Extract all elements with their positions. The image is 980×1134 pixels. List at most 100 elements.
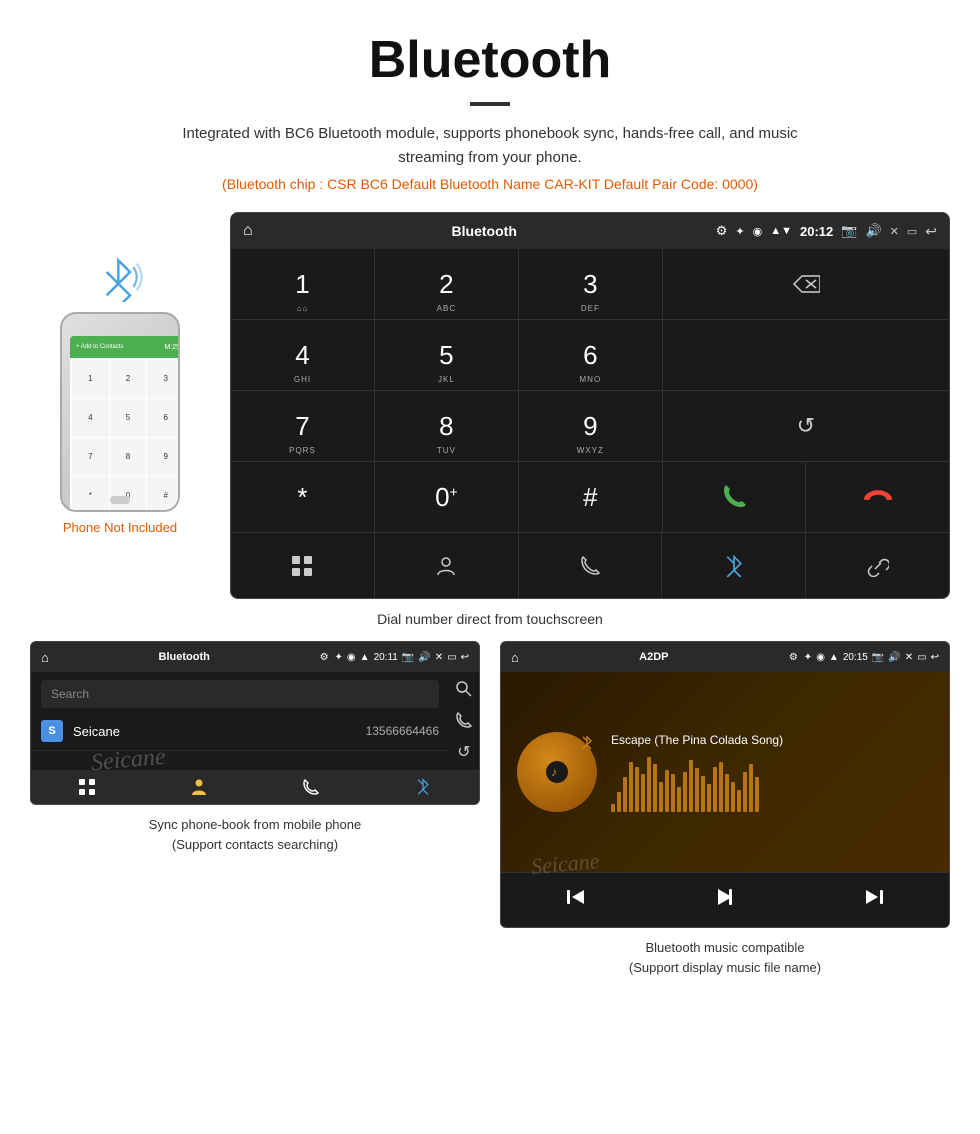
dial-key-star[interactable]: * <box>231 462 375 532</box>
phonebook-search-bar[interactable]: Search <box>41 680 439 708</box>
viz-bar <box>635 767 639 812</box>
music-caption-line2: (Support display music file name) <box>629 958 821 978</box>
viz-bar <box>629 762 633 812</box>
phonebook-caption-line1: Sync phone-book from mobile phone <box>149 815 361 835</box>
viz-bar <box>623 777 627 812</box>
viz-bar <box>641 774 645 812</box>
dial-call-green[interactable] <box>663 462 807 532</box>
viz-bar <box>701 776 705 812</box>
contact-number: 13566664466 <box>366 724 439 738</box>
dial-key-0[interactable]: 0+ <box>375 462 519 532</box>
statusbar-time: 20:12 <box>800 224 833 239</box>
dial-link-btn[interactable] <box>806 533 949 598</box>
back-icon[interactable]: ↩ <box>925 223 937 240</box>
music-bt-icon: ✦ <box>804 652 812 663</box>
music-block: ⌂ A2DP ⚙ ✦ ◉ ▲ 20:15 📷 🔊 ✕ ▭ ↩ <box>500 641 950 977</box>
pb-person-btn[interactable] <box>143 778 255 796</box>
pb-status-icons: ✦ ◉ ▲ 20:11 📷 🔊 ✕ ▭ ↩ <box>335 652 469 663</box>
phone-key[interactable]: 5 <box>110 399 147 437</box>
music-signal-icon: ▲ <box>829 652 839 663</box>
dial-backspace[interactable] <box>662 249 949 320</box>
page-header: Bluetooth Integrated with BC6 Bluetooth … <box>0 0 980 202</box>
phonebook-caption-line2: (Support contacts searching) <box>149 835 361 855</box>
phone-key[interactable]: 7 <box>72 438 109 476</box>
signal-icon: ▲▼ <box>770 225 792 237</box>
dial-key-6[interactable]: 6MNO <box>519 320 662 390</box>
dial-call-red[interactable] <box>806 462 949 532</box>
phone-key[interactable]: * <box>72 476 109 512</box>
dial-key-5[interactable]: 5JKL <box>375 320 519 390</box>
pb-bt-btn[interactable] <box>367 778 479 796</box>
dial-caption: Dial number direct from touchscreen <box>0 599 980 641</box>
phonebook-main: Search S Seicane 13566664466 <box>31 672 449 770</box>
phonebook-caption: Sync phone-book from mobile phone (Suppo… <box>149 815 361 854</box>
pb-search-btn[interactable] <box>455 680 473 703</box>
phone-key[interactable]: 2 <box>110 360 147 398</box>
phonebook-block: ⌂ Bluetooth ⚙ ✦ ◉ ▲ 20:11 📷 🔊 ✕ ▭ ↩ <box>30 641 480 977</box>
pb-time: 20:11 <box>374 652 398 663</box>
pb-bt-icon: ✦ <box>335 652 343 663</box>
dial-bluetooth-btn[interactable] <box>662 533 806 598</box>
phone-key[interactable]: 8 <box>110 438 147 476</box>
dial-key-2[interactable]: 2ABC <box>375 249 519 319</box>
skip-prev-btn[interactable] <box>554 883 598 917</box>
contact-avatar: S <box>41 720 63 742</box>
pb-call-btn[interactable] <box>455 711 473 734</box>
pb-title: Bluetooth <box>55 651 314 663</box>
phone-key[interactable]: 6 <box>147 399 180 437</box>
pb-grid-btn[interactable] <box>31 778 143 796</box>
dial-keypad-left: 1⌂⌂ 2ABC 3DEF 4GHI 5JKL <box>231 249 662 532</box>
dial-main-area: 1⌂⌂ 2ABC 3DEF 4GHI 5JKL <box>231 249 949 532</box>
dial-row-3: 7PQRS 8TUV 9WXYZ <box>231 391 662 462</box>
dial-call-row <box>662 462 949 532</box>
viz-bar <box>659 782 663 812</box>
android-dial-screen: ⌂ Bluetooth ⚙ ✦ ◉ ▲▼ 20:12 📷 🔊 ✕ ▭ ↩ 1⌂⌂ <box>230 212 950 599</box>
contact-row[interactable]: S Seicane 13566664466 <box>31 712 449 751</box>
play-pause-btn[interactable] <box>703 883 747 917</box>
dial-row-2: 4GHI 5JKL 6MNO <box>231 320 662 391</box>
music-caption-line1: Bluetooth music compatible <box>629 938 821 958</box>
dial-phone-btn[interactable] <box>519 533 663 598</box>
dial-person-btn[interactable] <box>375 533 519 598</box>
dial-key-8[interactable]: 8TUV <box>375 391 519 461</box>
viz-bar <box>683 772 687 812</box>
phone-home-btn[interactable] <box>110 496 130 504</box>
close-icon[interactable]: ✕ <box>890 225 899 238</box>
main-section: + Add to Contacts M:25 1 2 3 4 5 6 7 8 9 <box>0 202 980 599</box>
phone-key[interactable]: # <box>147 476 180 512</box>
viz-bar <box>665 770 669 812</box>
phone-key[interactable]: 4 <box>72 399 109 437</box>
dial-key-7[interactable]: 7PQRS <box>231 391 375 461</box>
music-info-panel: Escape (The Pina Colada Song) <box>611 733 933 812</box>
viz-bar <box>611 804 615 812</box>
skip-next-btn[interactable] <box>852 883 896 917</box>
dial-key-9[interactable]: 9WXYZ <box>519 391 662 461</box>
dial-key-3[interactable]: 3DEF <box>519 249 662 319</box>
header-specs: (Bluetooth chip : CSR BC6 Default Blueto… <box>20 176 960 192</box>
search-placeholder: Search <box>51 687 89 701</box>
music-statusbar: ⌂ A2DP ⚙ ✦ ◉ ▲ 20:15 📷 🔊 ✕ ▭ ↩ <box>501 642 949 672</box>
dial-key-1[interactable]: 1⌂⌂ <box>231 249 375 319</box>
pb-signal-icon: ▲ <box>360 652 370 663</box>
phone-key[interactable]: 9 <box>147 438 180 476</box>
pb-phone2-btn[interactable] <box>255 778 367 796</box>
music-vol-icon: 🔊 <box>888 652 900 663</box>
dial-grid-btn[interactable] <box>231 533 375 598</box>
music-visualizer <box>611 757 933 812</box>
pb-refresh-btn[interactable]: ↺ <box>457 742 470 762</box>
window-icon[interactable]: ▭ <box>907 225 917 238</box>
dial-refresh[interactable]: ↺ <box>662 391 949 462</box>
pb-vol-icon: 🔊 <box>418 652 430 663</box>
viz-bar <box>743 772 747 812</box>
music-song-title: Escape (The Pina Colada Song) <box>611 733 933 747</box>
viz-bar <box>677 787 681 812</box>
volume-icon[interactable]: 🔊 <box>865 223 881 239</box>
phone-key[interactable]: 0 <box>110 476 147 512</box>
phone-key[interactable]: 1 <box>72 360 109 398</box>
camera-icon[interactable]: 📷 <box>841 223 857 239</box>
music-home-icon: ⌂ <box>511 650 519 665</box>
phone-container: + Add to Contacts M:25 1 2 3 4 5 6 7 8 9 <box>30 212 210 535</box>
dial-key-4[interactable]: 4GHI <box>231 320 375 390</box>
dial-key-hash[interactable]: # <box>519 462 662 532</box>
phone-key[interactable]: 3 <box>147 360 180 398</box>
